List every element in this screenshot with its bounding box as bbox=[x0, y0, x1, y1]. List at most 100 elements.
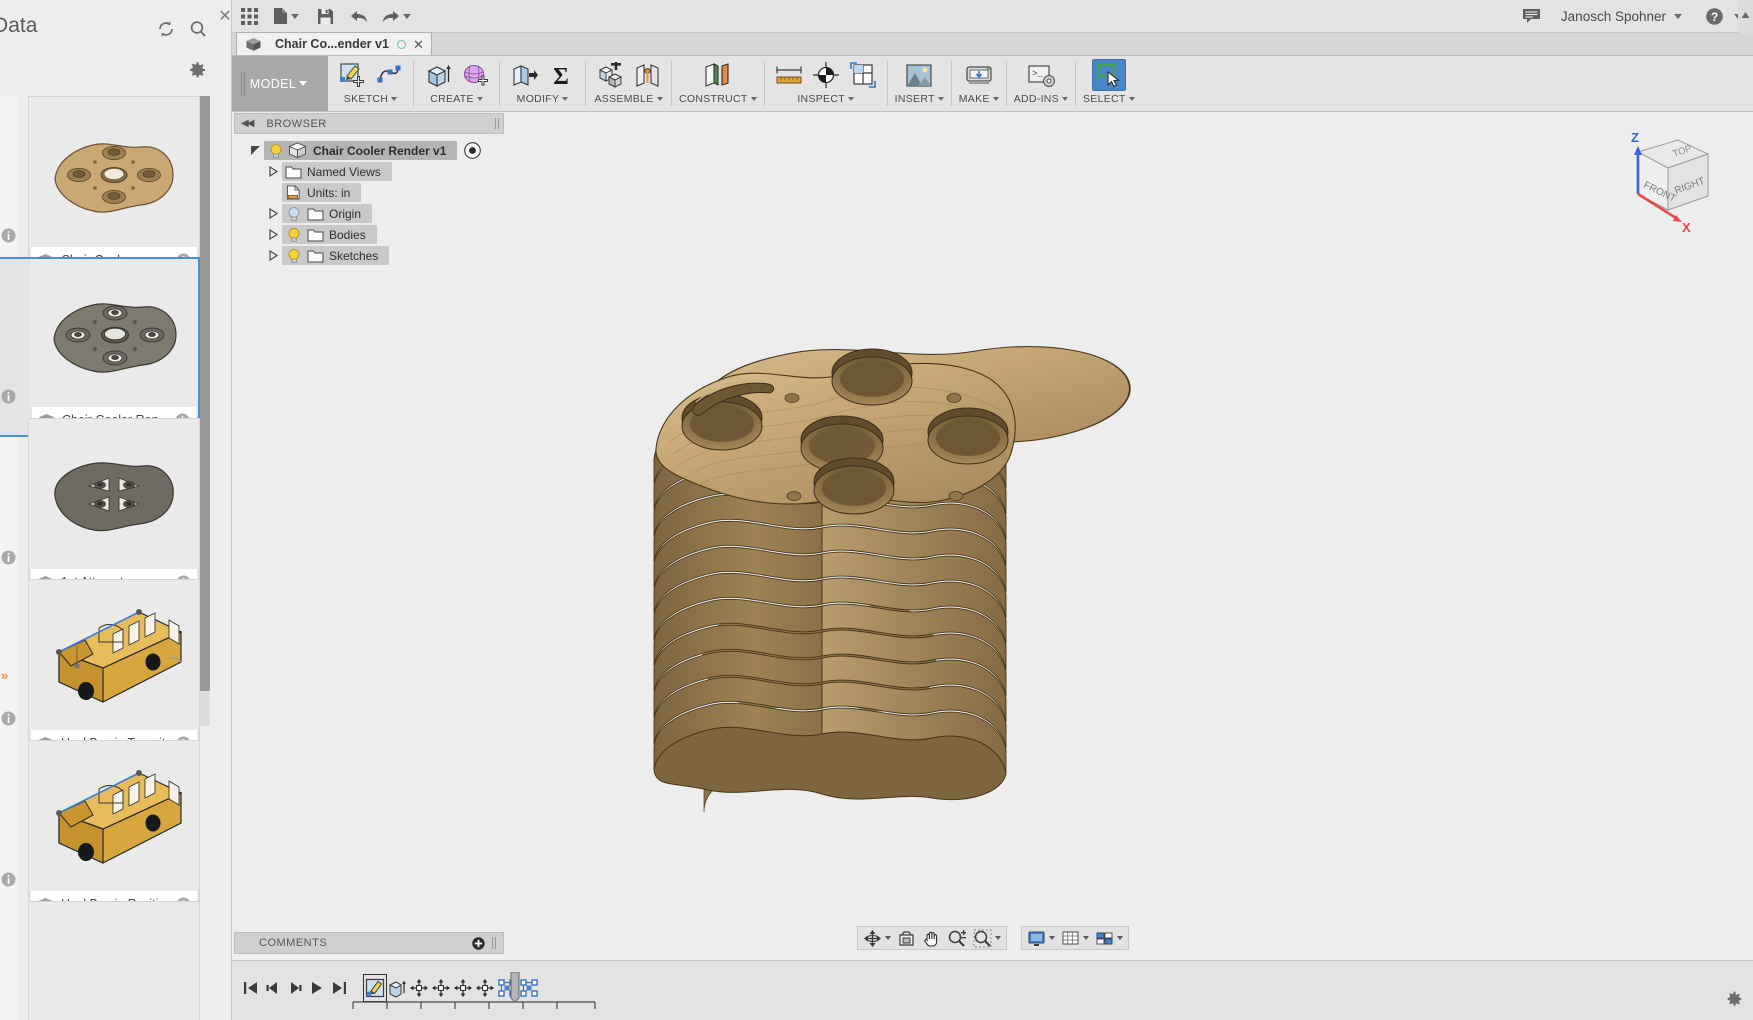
list-item[interactable]: 1st Attempt bbox=[28, 418, 200, 598]
create-form-icon[interactable] bbox=[458, 59, 492, 91]
step-forward-button[interactable] bbox=[284, 975, 306, 1001]
list-item[interactable]: Chair Cooler bbox=[28, 96, 200, 276]
gear-icon[interactable] bbox=[1723, 988, 1745, 1010]
ribbon-group-label[interactable]: MODIFY bbox=[517, 93, 569, 105]
center-of-mass-icon[interactable] bbox=[809, 59, 843, 91]
spline-icon[interactable] bbox=[372, 59, 406, 91]
monitor-display-icon[interactable] bbox=[1024, 927, 1058, 949]
insert-canvas-image-icon[interactable] bbox=[902, 59, 936, 91]
info-icon[interactable] bbox=[1, 228, 16, 243]
chair-cooler-3d-model[interactable] bbox=[650, 232, 1150, 812]
ribbon-group-label[interactable]: SKETCH bbox=[344, 93, 398, 105]
chevron-down-icon[interactable] bbox=[1674, 13, 1682, 19]
panel-grip[interactable] bbox=[493, 113, 503, 134]
ribbon-group-label[interactable]: INSPECT bbox=[797, 93, 854, 105]
tree-item-pill[interactable]: Chair Cooler Render v1 bbox=[264, 141, 458, 160]
ribbon-group-label[interactable]: CONSTRUCT bbox=[679, 93, 757, 105]
collapse-arrow-icon[interactable] bbox=[264, 224, 282, 245]
redo-button[interactable] bbox=[376, 1, 418, 32]
3d-print-icon[interactable] bbox=[962, 59, 996, 91]
timeline-move-feature-2[interactable] bbox=[430, 975, 452, 1001]
close-icon[interactable]: ✕ bbox=[413, 38, 424, 51]
timeline-pattern-feature-2[interactable] bbox=[518, 975, 540, 1001]
measure-ruler-icon[interactable] bbox=[772, 59, 806, 91]
zoom-magnifier-icon[interactable] bbox=[944, 927, 970, 949]
double-chevron-left-icon[interactable]: ◀◀ bbox=[241, 118, 254, 129]
look-at-button[interactable] bbox=[894, 927, 919, 949]
user-name[interactable]: Janosch Spohner bbox=[1561, 9, 1666, 24]
refresh-icon[interactable] bbox=[155, 18, 177, 40]
ribbon-group-label[interactable]: INSERT bbox=[895, 93, 944, 105]
tree-item-root[interactable]: Chair Cooler Render v1 bbox=[234, 140, 504, 161]
plus-circle-icon[interactable] bbox=[472, 936, 485, 950]
go-to-end-button[interactable] bbox=[328, 975, 350, 1001]
timeline-extrude-feature[interactable] bbox=[386, 975, 408, 1001]
ribbon-group-label[interactable]: ADD-INS bbox=[1014, 93, 1068, 105]
list-item[interactable]: Chair Cooler Render bbox=[0, 257, 200, 437]
file-menu-button[interactable] bbox=[266, 1, 308, 32]
tree-item-named-views[interactable]: Named Views bbox=[234, 161, 504, 182]
extrude-icon[interactable] bbox=[421, 59, 455, 91]
workspace-switcher-button[interactable]: MODEL bbox=[232, 56, 328, 111]
help-question-icon[interactable]: ? bbox=[1697, 1, 1731, 32]
collapse-arrow-icon[interactable] bbox=[264, 245, 282, 266]
press-pull-icon[interactable] bbox=[507, 59, 541, 91]
tree-item-origin[interactable]: Origin bbox=[234, 203, 504, 224]
list-item[interactable] bbox=[28, 901, 200, 1020]
3d-canvas[interactable]: ◀◀ BROWSER Chair Cooler Render v1 Named … bbox=[232, 112, 1753, 960]
select-window-cursor-icon[interactable] bbox=[1091, 59, 1126, 91]
panel-grip[interactable] bbox=[490, 932, 499, 954]
timeline-sketch-feature[interactable] bbox=[363, 974, 387, 1002]
light-bulb-icon[interactable] bbox=[285, 247, 303, 265]
timeline-end-marker[interactable] bbox=[510, 972, 520, 1002]
tree-item-pill[interactable]: Origin bbox=[282, 204, 373, 223]
list-item[interactable]: HackBus in Position bbox=[28, 740, 200, 920]
light-bulb-icon[interactable] bbox=[267, 142, 285, 160]
offset-plane-icon[interactable] bbox=[701, 59, 735, 91]
tree-item-bodies[interactable]: Bodies bbox=[234, 224, 504, 245]
comments-bar[interactable]: COMMENTS bbox=[234, 932, 504, 954]
expand-arrow-icon[interactable] bbox=[246, 140, 264, 161]
grid-icon[interactable] bbox=[1058, 927, 1092, 949]
scripts-addins-icon[interactable]: >_ bbox=[1024, 59, 1058, 91]
info-icon[interactable] bbox=[1, 550, 16, 565]
hand-pan-icon[interactable] bbox=[919, 927, 944, 949]
window-scroll-up-button[interactable] bbox=[1738, 0, 1753, 33]
timeline-move-feature-4[interactable] bbox=[474, 975, 496, 1001]
undo-button[interactable] bbox=[342, 1, 376, 32]
browser-header[interactable]: ◀◀ BROWSER bbox=[234, 113, 504, 134]
section-analysis-icon[interactable] bbox=[846, 59, 880, 91]
gear-icon[interactable] bbox=[185, 58, 209, 82]
viewports-icon[interactable] bbox=[1092, 927, 1126, 949]
view-cube[interactable]: TOP FRONT RIGHT Z X bbox=[1590, 124, 1725, 244]
info-icon[interactable] bbox=[1, 711, 16, 726]
joint-icon[interactable] bbox=[630, 59, 664, 91]
tree-item-units[interactable]: Units: in bbox=[234, 182, 504, 203]
collapse-arrow-icon[interactable] bbox=[264, 161, 282, 182]
visibility-eye-icon[interactable] bbox=[464, 142, 482, 159]
tree-item-pill[interactable]: Units: in bbox=[282, 183, 362, 202]
create-sketch-icon[interactable] bbox=[335, 59, 369, 91]
ribbon-group-label[interactable]: SELECT bbox=[1083, 93, 1135, 105]
new-component-icon[interactable] bbox=[593, 59, 627, 91]
light-bulb-icon[interactable] bbox=[285, 226, 303, 244]
search-icon[interactable] bbox=[187, 18, 209, 40]
document-tab[interactable]: Chair Co...ender v1 ✕ bbox=[236, 32, 432, 55]
play-button[interactable] bbox=[306, 975, 328, 1001]
show-data-panel-button[interactable] bbox=[232, 1, 266, 32]
close-icon[interactable]: ✕ bbox=[216, 8, 231, 26]
data-panel-scrollbar-thumb[interactable] bbox=[199, 96, 210, 691]
change-parameters-sigma-icon[interactable]: Σ bbox=[544, 59, 578, 91]
tree-item-pill[interactable]: Bodies bbox=[282, 225, 377, 244]
go-to-beginning-button[interactable] bbox=[240, 975, 262, 1001]
collapse-arrow-icon[interactable] bbox=[264, 203, 282, 224]
speech-bubble-icon[interactable] bbox=[1515, 1, 1549, 32]
ribbon-group-label[interactable]: ASSEMBLE bbox=[594, 93, 663, 105]
info-icon[interactable] bbox=[1, 389, 16, 404]
tree-item-pill[interactable]: Sketches bbox=[282, 246, 390, 265]
save-button[interactable] bbox=[308, 1, 342, 32]
orbit-button[interactable] bbox=[860, 927, 894, 949]
timeline-move-feature-1[interactable] bbox=[408, 975, 430, 1001]
light-bulb-icon[interactable] bbox=[285, 205, 303, 223]
step-back-button[interactable] bbox=[262, 975, 284, 1001]
